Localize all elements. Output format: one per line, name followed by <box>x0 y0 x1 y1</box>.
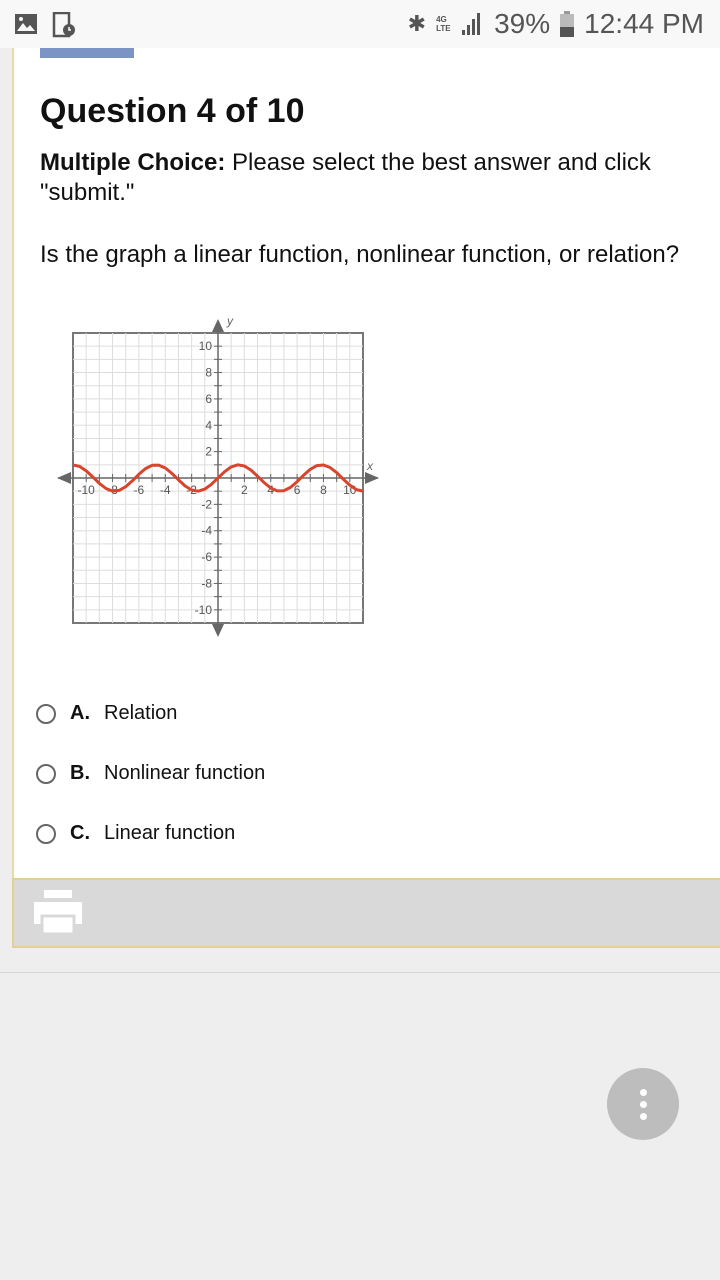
x-axis-arrow-left <box>57 472 71 484</box>
option-c[interactable]: C. Linear function <box>36 822 235 845</box>
option-label: Linear function <box>104 822 236 844</box>
x-tick-label: 2 <box>241 483 248 497</box>
y-tick-label: -2 <box>201 497 212 511</box>
printer-icon[interactable] <box>34 890 84 936</box>
radio-button[interactable] <box>36 763 56 784</box>
instruction-label: Multiple Choice: <box>40 149 226 176</box>
y-tick-label: -8 <box>201 576 212 590</box>
y-tick-label: 2 <box>205 445 212 459</box>
x-tick-label: -10 <box>78 483 96 497</box>
option-label: Nonlinear function <box>104 762 266 784</box>
battery-icon <box>560 11 575 37</box>
x-tick-label: -4 <box>160 483 171 497</box>
radio-button[interactable] <box>36 823 56 844</box>
page-title: Question 4 of 10 <box>40 92 305 130</box>
divider <box>0 972 720 973</box>
option-letter: C. <box>70 822 90 844</box>
y-tick-label: 10 <box>199 339 213 353</box>
clock: 12:44 PM <box>584 8 704 39</box>
question-prompt: Is the graph a linear function, nonlinea… <box>40 241 680 268</box>
option-a[interactable]: A. Relation <box>36 702 177 725</box>
y-tick-label: -10 <box>195 603 213 617</box>
option-letter: A. <box>70 702 90 724</box>
toolbar <box>12 878 720 948</box>
y-tick-label: 8 <box>205 366 212 380</box>
network-type: 4G LTE <box>436 15 451 33</box>
y-axis-arrow-down <box>212 624 224 637</box>
y-axis-arrow-up <box>212 319 224 332</box>
bluetooth-icon: ✱ <box>407 11 427 36</box>
y-tick-label: -6 <box>201 550 212 564</box>
battery-percent: 39% <box>494 8 551 39</box>
x-axis-arrow-right <box>365 472 379 484</box>
screen-timer-icon <box>52 12 75 38</box>
y-tick-label: 4 <box>205 418 212 432</box>
more-vertical-icon <box>639 1088 647 1096</box>
signal-icon <box>462 13 481 35</box>
option-b[interactable]: B. Nonlinear function <box>36 762 265 785</box>
x-tick-label: 8 <box>320 483 327 497</box>
x-axis-label: x <box>366 459 374 473</box>
submit-button[interactable] <box>40 48 134 58</box>
question-card: Question 4 of 10 Multiple Choice: Please… <box>12 48 720 878</box>
function-graph: -10 -8 -6 -4 -2 2 4 6 8 10108642-2-4-6-8-10xy <box>57 314 379 637</box>
option-letter: B. <box>70 762 90 784</box>
x-tick-label: -6 <box>134 483 145 497</box>
more-options-button[interactable] <box>607 1068 679 1140</box>
instructions: Multiple Choice: Please select the best … <box>40 148 700 208</box>
gallery-icon <box>15 14 37 34</box>
status-bar: ✱ 4G LTE 39% 12:44 PM <box>0 0 720 48</box>
radio-button[interactable] <box>36 703 56 724</box>
y-tick-label: 6 <box>205 392 212 406</box>
y-tick-label: -4 <box>201 524 212 538</box>
option-label: Relation <box>104 702 178 724</box>
y-axis-label: y <box>226 314 234 328</box>
